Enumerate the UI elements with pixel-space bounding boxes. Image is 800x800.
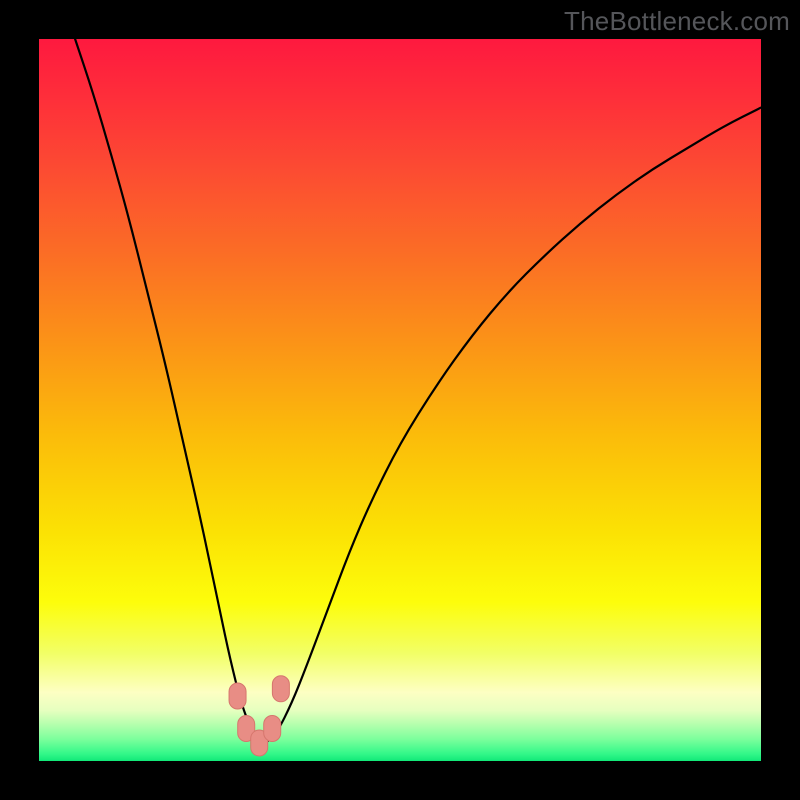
curve-marker (264, 716, 281, 742)
bottleneck-chart (39, 39, 761, 761)
curve-marker (272, 676, 289, 702)
watermark-label: TheBottleneck.com (564, 6, 790, 37)
gradient-background (39, 39, 761, 761)
outer-frame: TheBottleneck.com (0, 0, 800, 800)
plot-area-wrapper (39, 39, 761, 761)
curve-marker (229, 683, 246, 709)
